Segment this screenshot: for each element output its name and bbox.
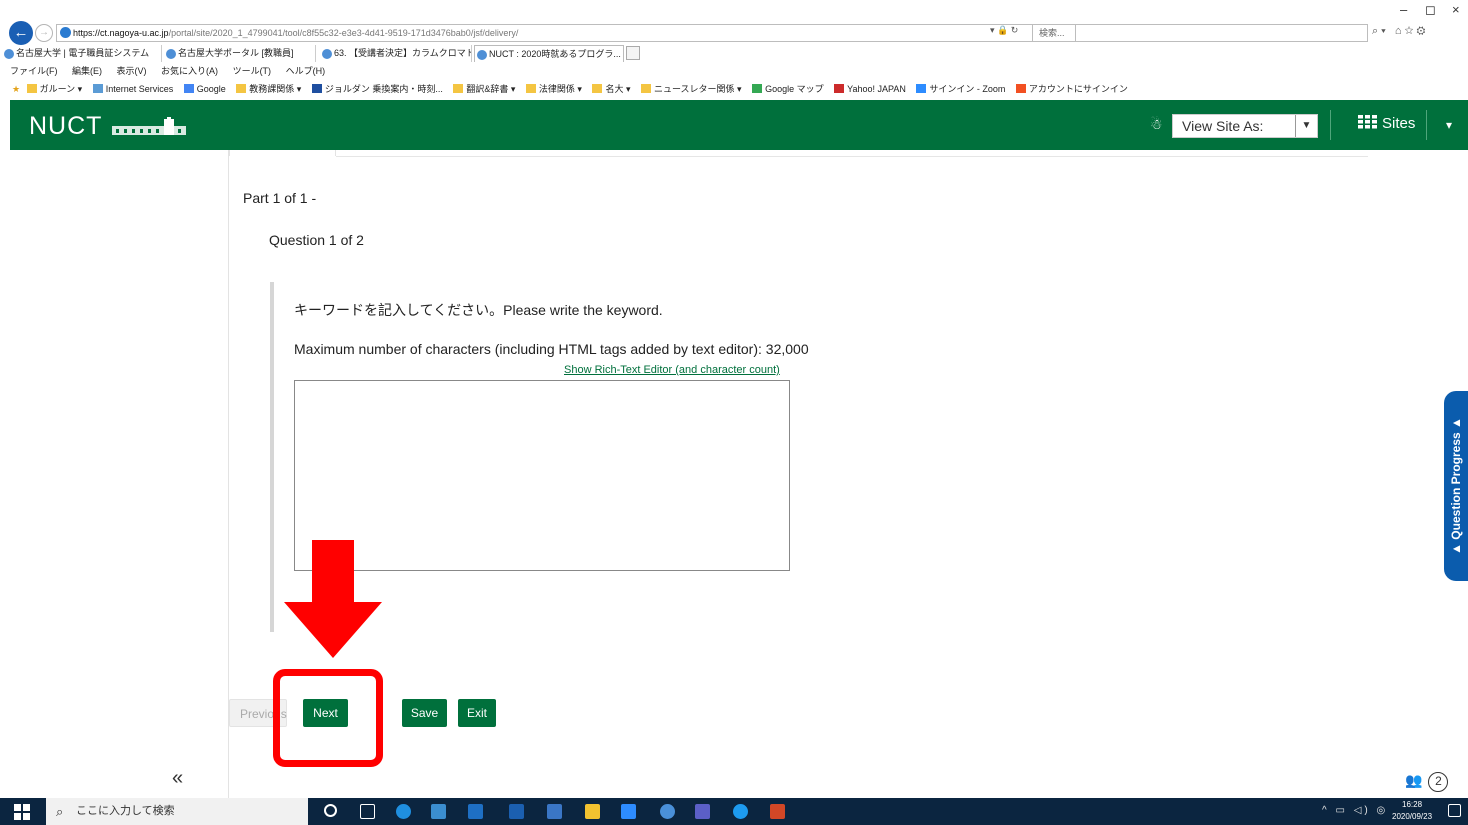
save-button[interactable]: Save xyxy=(402,699,447,727)
divider xyxy=(336,156,1368,157)
sticky-notes-icon[interactable] xyxy=(585,804,600,819)
favorites-star-icon[interactable]: ★ xyxy=(12,79,20,99)
ie-favicon-icon xyxy=(60,27,71,38)
system-tray-icons[interactable]: ^ ▭ ◁) ◎ xyxy=(1322,805,1388,816)
forward-button[interactable]: → xyxy=(35,24,53,42)
question-text: キーワードを記入してください。Please write the keyword. xyxy=(294,302,663,318)
tab-nuct[interactable]: NUCT : 2020時就あるプログラ... xyxy=(474,45,624,62)
menu-tools[interactable]: ツール(T) xyxy=(233,63,272,79)
fav-garoon[interactable]: ガルーン ▾ xyxy=(26,79,82,99)
left-tool-menu xyxy=(10,150,229,798)
header-divider xyxy=(1330,110,1331,140)
fav-google-maps[interactable]: Google マップ xyxy=(752,79,824,99)
cortana-icon[interactable] xyxy=(324,804,337,817)
grid-icon xyxy=(1358,115,1377,129)
task-view-icon[interactable] xyxy=(360,804,375,819)
windows-taskbar: ⌕ ここに入力して検索 ^ ▭ ◁) ◎ 16:28 2020/09/23 xyxy=(0,798,1468,825)
menu-bar: ファイル(F) 編集(E) 表示(V) お気に入り(A) ツール(T) ヘルプ(… xyxy=(0,63,325,79)
taskbar-clock[interactable]: 16:28 2020/09/23 xyxy=(1392,799,1432,823)
nuct-header: NUCT ☃ View Site As: ▼ Sites ▾ xyxy=(10,100,1468,150)
building-logo-icon xyxy=(112,117,186,135)
back-button[interactable]: ← xyxy=(9,21,33,45)
chrome-icon[interactable] xyxy=(660,804,675,819)
tab-eid[interactable]: 名古屋大学 | 電子職員証システム xyxy=(2,45,162,62)
tab-chromatography[interactable]: 63. 【受講者決定】カラムクロマト... xyxy=(320,45,472,62)
more-menu-icon[interactable]: ▾ xyxy=(1446,118,1452,132)
teams-icon[interactable] xyxy=(695,804,710,819)
menu-view[interactable]: 表示(V) xyxy=(117,63,147,79)
new-tab-button[interactable] xyxy=(626,46,640,60)
view-site-as-select[interactable]: View Site As: ▼ xyxy=(1172,114,1318,138)
participants-badge[interactable]: 👥 2 xyxy=(1405,772,1461,798)
close-icon[interactable]: × xyxy=(1452,2,1460,17)
address-bar[interactable]: https://ct.nagoya-u.ac.jp/portal/site/20… xyxy=(56,24,1076,42)
clock-time: 16:28 xyxy=(1402,800,1423,809)
clock-date: 2020/09/23 xyxy=(1392,812,1433,821)
question-progress-tab[interactable]: ▲ Question Progress ▲ xyxy=(1444,391,1468,581)
fav-internet-services[interactable]: Internet Services xyxy=(92,79,173,99)
action-center-icon[interactable] xyxy=(1448,804,1461,817)
minimize-icon[interactable]: – xyxy=(1400,2,1407,17)
chevron-down-icon: ▼ xyxy=(1295,115,1317,137)
ie-taskbar-icon[interactable] xyxy=(396,804,411,819)
restore-icon[interactable]: ◻ xyxy=(1425,2,1436,18)
browser-chrome: ← → https://ct.nagoya-u.ac.jp/portal/sit… xyxy=(0,0,1468,100)
tab-portal[interactable]: 名古屋大学ポータル [教職員] xyxy=(164,45,316,62)
fav-newsletter[interactable]: ニュースレター関係 ▾ xyxy=(641,79,742,99)
favorites-bar: ★ ガルーン ▾ Internet Services Google 教務課関係 … xyxy=(0,79,1468,99)
exit-button[interactable]: Exit xyxy=(458,699,496,727)
sites-label: Sites xyxy=(1382,115,1416,132)
question-progress-label: ▲ Question Progress ▲ xyxy=(1449,417,1464,555)
taskbar-search-placeholder: ここに入力して検索 xyxy=(76,805,175,817)
app-icon-1[interactable] xyxy=(509,804,524,819)
mail-icon[interactable] xyxy=(468,804,483,819)
search-icon: ⌕ xyxy=(56,804,64,819)
browser-search-input[interactable]: 検索... xyxy=(1032,24,1368,42)
fav-google[interactable]: Google xyxy=(183,79,226,99)
red-highlight-frame xyxy=(273,669,383,767)
user-icon: ☃ xyxy=(1150,116,1163,132)
fav-yahoo[interactable]: Yahoo! JAPAN xyxy=(834,79,906,99)
view-site-as-label: View Site As: xyxy=(1182,118,1264,134)
fav-kyomu[interactable]: 教務課関係 ▾ xyxy=(236,79,301,99)
people-icon: 👥 xyxy=(1405,772,1423,788)
home-star-gear-icons[interactable]: ⌕▾ ⌂☆⚙ xyxy=(1372,25,1428,38)
question-indent-bar xyxy=(270,282,274,632)
question-counter: Question 1 of 2 xyxy=(269,232,364,248)
fav-zoom[interactable]: サインイン - Zoom xyxy=(916,79,1005,99)
menu-favorites[interactable]: お気に入り(A) xyxy=(161,63,218,79)
fav-meidai[interactable]: 名大 ▾ xyxy=(592,79,630,99)
zoom-icon[interactable] xyxy=(621,804,636,819)
url-path: /portal/site/2020_1_4799041/tool/c8f55c3… xyxy=(168,28,519,38)
show-rich-text-editor-link[interactable]: Show Rich-Text Editor (and character cou… xyxy=(564,364,780,376)
address-row: ← → https://ct.nagoya-u.ac.jp/portal/sit… xyxy=(0,0,1468,45)
tab-strip: 名古屋大学 | 電子職員証システム 名古屋大学ポータル [教職員] 63. 【受… xyxy=(0,45,1468,63)
file-explorer-icon[interactable] xyxy=(431,804,446,819)
powerpoint-icon[interactable] xyxy=(770,804,785,819)
max-characters-note: Maximum number of characters (including … xyxy=(294,341,809,357)
header-divider-2 xyxy=(1426,110,1427,140)
windows-start-icon[interactable] xyxy=(14,804,30,820)
collapse-menu-icon[interactable]: « xyxy=(172,767,183,790)
red-arrow-annotation xyxy=(284,540,382,658)
menu-file[interactable]: ファイル(F) xyxy=(10,63,58,79)
app-icon-2[interactable] xyxy=(547,804,562,819)
tool-tab xyxy=(229,150,336,156)
participants-count: 2 xyxy=(1428,772,1449,792)
fav-law[interactable]: 法律関係 ▾ xyxy=(525,79,582,99)
menu-edit[interactable]: 編集(E) xyxy=(72,63,102,79)
part-counter: Part 1 of 1 - xyxy=(243,190,317,206)
url-host: https://ct.nagoya-u.ac.jp xyxy=(73,28,169,38)
nuct-logo[interactable]: NUCT xyxy=(29,112,102,141)
menu-help[interactable]: ヘルプ(H) xyxy=(286,63,326,79)
lock-refresh-icons[interactable]: ▾ 🔒 ↻ xyxy=(990,25,1018,36)
sites-button[interactable]: Sites xyxy=(1358,115,1415,132)
taskbar-search-input[interactable]: ⌕ ここに入力して検索 xyxy=(46,798,308,825)
fav-jorudan[interactable]: ジョルダン 乗換案内・時刻... xyxy=(311,79,443,99)
fav-ms-account[interactable]: アカウントにサインイン xyxy=(1015,79,1128,99)
fav-translation[interactable]: 翻訳&辞書 ▾ xyxy=(453,79,515,99)
app-icon-3[interactable] xyxy=(733,804,748,819)
